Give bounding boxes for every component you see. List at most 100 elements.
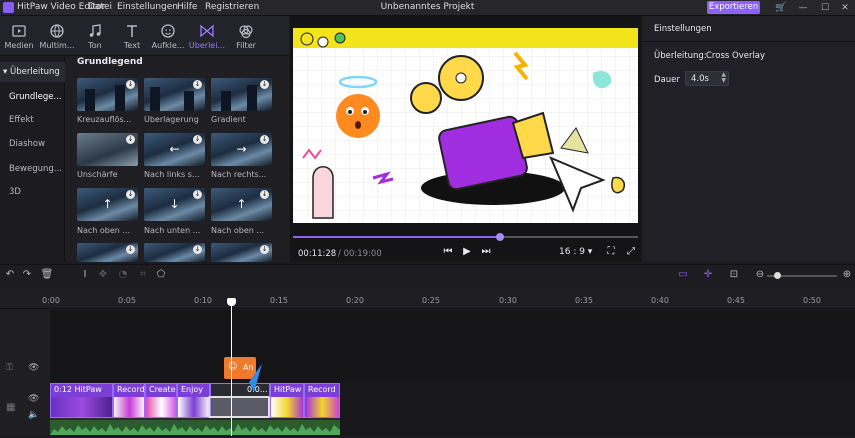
tab-multimedia[interactable]: Multim...	[38, 16, 76, 56]
export-button[interactable]: Exportieren	[707, 1, 760, 14]
menu-hilfe[interactable]: Hilfe	[177, 2, 197, 12]
fullscreen-icon[interactable]: ⤢	[624, 245, 638, 259]
maximize-icon[interactable]: ☐	[818, 1, 832, 15]
speed-icon[interactable]: ◔	[116, 268, 130, 282]
category-3d[interactable]: 3D	[0, 182, 65, 202]
film-icon: ▦	[6, 402, 16, 413]
speaker-icon[interactable]: 🔈	[28, 410, 39, 420]
video-clip[interactable]: Record	[113, 383, 145, 418]
tab-label: Überlei...	[188, 41, 226, 50]
tab-text[interactable]: Text	[113, 16, 151, 56]
transition-thumb[interactable]: ↓	[144, 78, 205, 111]
duration-stepper[interactable]: 4.0s ▲ ▼	[685, 71, 729, 86]
video-clip[interactable]: Enjoy	[177, 383, 210, 418]
stepper-arrows-icon[interactable]: ▲ ▼	[721, 72, 726, 84]
transition-thumb[interactable]: ↓	[144, 243, 205, 262]
download-icon[interactable]: ↓	[126, 245, 135, 254]
previous-frame-icon[interactable]: ⏮	[441, 245, 455, 259]
clip-thumbnail	[51, 397, 112, 417]
transition-thumb[interactable]: ↓ ↓	[144, 188, 205, 221]
tab-ueberleitung[interactable]: Überlei...	[188, 16, 226, 56]
download-icon[interactable]: ↓	[193, 80, 202, 89]
category-diashow[interactable]: Diashow	[0, 134, 65, 154]
category-header[interactable]: ▾ Überleitung	[0, 62, 65, 82]
crop-icon[interactable]: ⛶	[604, 245, 618, 259]
tab-aufkleber[interactable]: Aufkle...	[149, 16, 187, 56]
tab-label: Multim...	[39, 41, 75, 50]
category-grundlegend[interactable]: Grundlege...	[0, 87, 65, 107]
split-icon[interactable]: Ⅰ	[78, 268, 92, 282]
preview-canvas	[293, 28, 638, 223]
duration-value: 4.0s	[691, 74, 709, 84]
category-bewegung[interactable]: Bewegung...	[0, 159, 65, 179]
eye-icon[interactable]: 👁	[28, 363, 39, 373]
move-icon[interactable]: ✥	[96, 268, 110, 282]
eye-icon[interactable]: 👁	[28, 394, 39, 404]
download-icon[interactable]: ↓	[260, 245, 269, 254]
audio-waveform[interactable]	[50, 420, 340, 435]
download-icon[interactable]: ↓	[193, 135, 202, 144]
thumb-label: Kreuzauflös...	[77, 115, 132, 124]
playhead-handle[interactable]	[227, 298, 236, 306]
download-icon[interactable]: ↓	[260, 80, 269, 89]
marker-icon[interactable]: ⬠	[154, 268, 168, 282]
minimize-icon[interactable]: —	[796, 1, 810, 15]
download-icon[interactable]: ↓	[260, 135, 269, 144]
transition-value: Cross Overlay	[706, 51, 766, 61]
transition-marker[interactable]	[208, 396, 270, 418]
redo-icon[interactable]: ↷	[20, 268, 34, 282]
playhead[interactable]	[231, 300, 232, 436]
download-icon[interactable]: ↓	[193, 190, 202, 199]
transition-thumb[interactable]: ↑ ↓	[77, 188, 138, 221]
transition-thumb[interactable]: ↓	[77, 78, 138, 111]
download-icon[interactable]: ↓	[260, 190, 269, 199]
menu-registrieren[interactable]: Registrieren	[205, 2, 259, 12]
text-icon	[127, 25, 137, 37]
zoom-slider-handle[interactable]	[774, 272, 781, 279]
ruler-tick: 0:40	[651, 296, 669, 305]
transition-thumb[interactable]: ↓	[211, 78, 272, 111]
menu-einstellungen[interactable]: Einstellungen	[117, 2, 178, 12]
download-icon[interactable]: ↓	[126, 80, 135, 89]
seek-handle[interactable]	[496, 233, 504, 241]
video-clip[interactable]: Create	[145, 383, 177, 418]
play-icon[interactable]: ▶	[460, 245, 474, 259]
transition-thumb[interactable]: ↓	[211, 243, 272, 262]
video-clip[interactable]: HitPaw	[270, 383, 304, 418]
download-icon[interactable]: ↓	[193, 245, 202, 254]
zoom-in-icon[interactable]: ⊕	[840, 268, 854, 282]
tab-medien[interactable]: Medien	[0, 16, 38, 56]
video-clip[interactable]: Record	[304, 383, 340, 418]
category-effekt[interactable]: Effekt	[0, 110, 65, 130]
transition-thumb[interactable]: ← ↓	[144, 133, 205, 166]
download-icon[interactable]: ↓	[126, 135, 135, 144]
undo-icon[interactable]: ↶	[3, 268, 17, 282]
menu-datei[interactable]: Datei	[88, 2, 112, 12]
cart-icon[interactable]: 🛒	[774, 1, 788, 15]
transition-thumb[interactable]: ↓	[77, 133, 138, 166]
settings-title: Einstellungen	[654, 24, 712, 34]
magnet-icon[interactable]: ✛	[701, 268, 715, 282]
lock-icon[interactable]: ⚿	[6, 363, 13, 373]
tab-ton[interactable]: Ton	[76, 16, 114, 56]
aspect-ratio-select[interactable]: 16 : 9 ▾	[559, 247, 592, 257]
zoom-out-icon[interactable]: ⊖	[753, 268, 767, 282]
next-frame-icon[interactable]: ⏭	[479, 245, 493, 259]
duration-label: Dauer	[654, 75, 680, 85]
music-icon	[89, 24, 101, 37]
close-icon[interactable]: ✕	[838, 1, 852, 15]
crop-tool-icon[interactable]: ⌗	[136, 268, 150, 282]
transition-thumb[interactable]: → ↓	[211, 133, 272, 166]
thumb-decor	[85, 89, 95, 111]
seek-bar[interactable]	[293, 233, 638, 241]
fit-icon[interactable]: ⊡	[727, 268, 741, 282]
tab-filter[interactable]: Filter	[227, 16, 265, 56]
transition-thumb[interactable]: ↑ ↓	[211, 188, 272, 221]
transition-thumb[interactable]: ↓	[77, 243, 138, 262]
snap-icon[interactable]: ▭	[676, 268, 690, 282]
overlay-track[interactable]	[0, 310, 855, 382]
download-icon[interactable]: ↓	[126, 190, 135, 199]
transition-icon	[200, 24, 214, 38]
video-clip[interactable]: 0:12 HitPaw	[50, 383, 113, 418]
delete-icon[interactable]: 🗑	[40, 268, 54, 282]
